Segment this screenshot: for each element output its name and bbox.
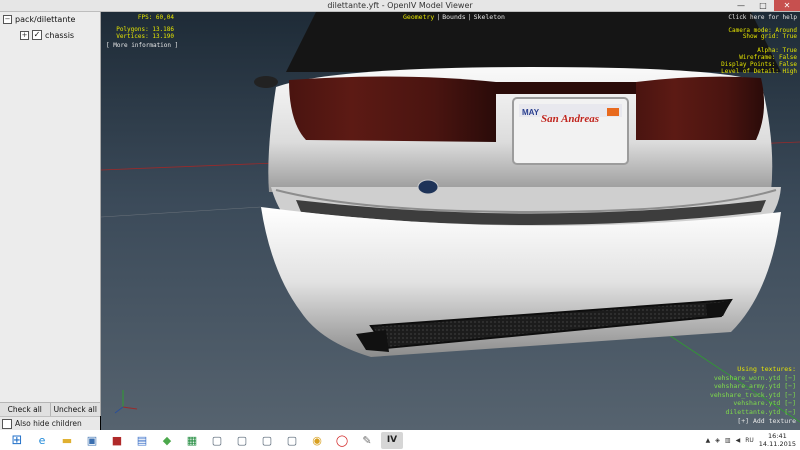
tree-child-label[interactable]: chassis xyxy=(45,31,74,40)
model-tree-panel: − pack/dilettante + ✓ chassis Check all … xyxy=(0,12,101,430)
hide-children-row[interactable]: Also hide children xyxy=(0,416,100,430)
display-points-setting[interactable]: Display Points: False xyxy=(721,61,797,68)
model-viewport[interactable]: MAY San Andreas FPS: 60,04 Polygons: 13.… xyxy=(101,12,800,430)
check-buttons: Check all Uncheck all xyxy=(0,402,100,416)
app-window-icon-4[interactable]: ▢ xyxy=(281,432,303,449)
texture-item[interactable]: dilettante.ytd [−] xyxy=(710,408,796,417)
tab-geometry[interactable]: Geometry xyxy=(401,13,436,21)
expand-icon[interactable]: + xyxy=(20,30,29,40)
hide-children-checkbox[interactable] xyxy=(2,418,12,429)
app-window-icon-2[interactable]: ▢ xyxy=(231,432,253,449)
clock-time: 16:41 xyxy=(768,432,787,440)
taskbar: ⊞ e ▬ ▣ ■ ▤ ◆ ▦ ▢ ▢ ▢ ▢ ◉ ◯ ✎ IV ▲ ◈ ▥ ◀… xyxy=(0,430,800,450)
fps-readout: FPS: 60,04 xyxy=(137,14,174,21)
maximize-button[interactable]: □ xyxy=(752,0,774,11)
texture-list: Using textures: vehshare_worn.ytd [−] ve… xyxy=(710,365,796,425)
rear-window xyxy=(286,12,781,72)
tab-bounds[interactable]: Bounds xyxy=(440,13,467,21)
texture-item[interactable]: vehshare_truck.ytd [−] xyxy=(710,391,796,400)
minimize-button[interactable]: — xyxy=(730,0,752,11)
system-tray: ▲ ◈ ▥ ◀ RU 16:41 14.11.2015 xyxy=(706,430,796,450)
chrome-icon[interactable]: ◉ xyxy=(306,432,328,449)
car-badge xyxy=(417,179,439,195)
texture-item[interactable]: vehshare.ytd [−] xyxy=(710,399,796,408)
app-blue-icon[interactable]: ▤ xyxy=(131,432,153,449)
clock[interactable]: 16:41 14.11.2015 xyxy=(759,432,796,448)
explorer-icon[interactable]: ▬ xyxy=(56,432,78,449)
excel-icon[interactable]: ▦ xyxy=(181,432,203,449)
left-tail-light xyxy=(289,76,496,142)
collapse-icon[interactable]: − xyxy=(3,15,12,24)
more-info-link[interactable]: [ More information ] xyxy=(106,42,178,49)
remote-desktop-icon[interactable]: ▣ xyxy=(81,432,103,449)
tree-child-row[interactable]: + ✓ chassis xyxy=(20,30,74,40)
clock-date: 14.11.2015 xyxy=(758,440,796,448)
close-button[interactable]: ✕ xyxy=(774,0,800,11)
window-title: dilettante.yft - OpenIV Model Viewer xyxy=(327,1,473,10)
tray-volume-icon[interactable]: ◀ xyxy=(736,437,741,444)
side-mirror xyxy=(254,76,278,88)
tray-shield-icon[interactable]: ◈ xyxy=(715,437,720,444)
plate-top-text: MAY xyxy=(522,108,540,117)
window-controls: — □ ✕ xyxy=(730,0,800,11)
add-texture-button[interactable]: [+] Add texture xyxy=(710,417,796,426)
app-window-icon[interactable]: ▢ xyxy=(206,432,228,449)
wireframe-setting[interactable]: Wireframe: False xyxy=(739,54,797,61)
vertices-readout: Vertices: 13.190 xyxy=(116,33,174,40)
opera-icon[interactable]: ◯ xyxy=(331,432,353,449)
app-window-icon-3[interactable]: ▢ xyxy=(256,432,278,449)
title-bar: dilettante.yft - OpenIV Model Viewer — □… xyxy=(0,0,800,12)
app-red-icon[interactable]: ■ xyxy=(106,432,128,449)
tray-arrow-icon[interactable]: ▲ xyxy=(706,437,711,444)
app-tool-icon[interactable]: ✎ xyxy=(356,432,378,449)
language-indicator[interactable]: RU xyxy=(745,437,754,444)
hide-children-label: Also hide children xyxy=(15,419,82,428)
viewer-tabs: Geometry | Bounds | Skeleton xyxy=(401,13,507,21)
car-render: MAY San Andreas xyxy=(101,12,800,423)
tab-skeleton[interactable]: Skeleton xyxy=(472,13,507,21)
app-green-icon[interactable]: ◆ xyxy=(156,432,178,449)
axis-gizmo-x xyxy=(122,406,138,410)
texture-item[interactable]: vehshare_worn.ytd [−] xyxy=(710,374,796,383)
texture-item[interactable]: vehshare_army.ytd [−] xyxy=(710,382,796,391)
plate-state-text: San Andreas xyxy=(541,113,599,125)
axis-gizmo-z xyxy=(114,406,124,414)
tree-root-row[interactable]: − pack/dilettante xyxy=(3,15,75,24)
lod-setting[interactable]: Level of Detail: High xyxy=(721,68,797,75)
right-tail-light xyxy=(636,76,765,140)
show-grid-setting[interactable]: Show grid: True xyxy=(743,33,797,40)
alpha-setting[interactable]: Alpha: True xyxy=(757,47,797,54)
check-all-button[interactable]: Check all xyxy=(0,402,50,416)
chassis-checkbox[interactable]: ✓ xyxy=(32,30,42,40)
ie-icon[interactable]: e xyxy=(31,432,53,449)
windows-start-icon[interactable]: ⊞ xyxy=(6,432,28,449)
texture-list-heading: Using textures: xyxy=(737,365,796,373)
help-link[interactable]: Click here for help xyxy=(728,14,797,21)
openiv-icon[interactable]: IV xyxy=(381,431,403,449)
polygons-readout: Polygons: 13.186 xyxy=(116,26,174,33)
tree-root-label[interactable]: pack/dilettante xyxy=(15,15,75,24)
uncheck-all-button[interactable]: Uncheck all xyxy=(49,402,100,416)
tray-network-icon[interactable]: ▥ xyxy=(725,437,731,444)
